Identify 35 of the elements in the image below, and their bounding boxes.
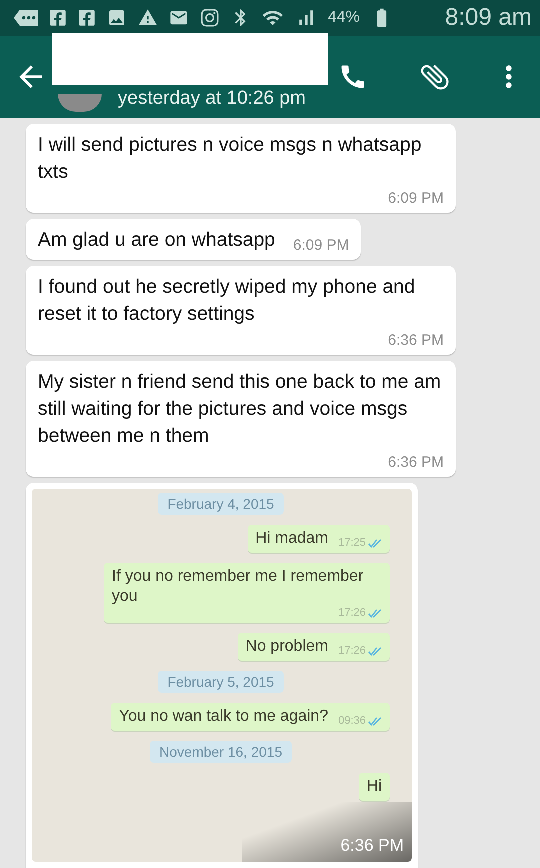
sent-text: You no wan talk to me again? xyxy=(119,707,328,727)
message-text: Am glad u are on whatsapp xyxy=(38,228,276,253)
sent-text: If you no remember me I remember you xyxy=(112,567,365,607)
image-icon xyxy=(107,8,127,28)
double-tick-icon xyxy=(368,646,382,656)
instagram-icon xyxy=(200,8,220,28)
facebook-icon xyxy=(78,9,96,27)
sent-text: No problem xyxy=(246,637,328,657)
double-tick-icon xyxy=(368,538,382,548)
sent-time: 17:26 xyxy=(338,607,366,619)
facebook-icon xyxy=(49,9,67,27)
date-label: February 5, 2015 xyxy=(158,671,284,693)
message-time: 6:09 PM xyxy=(293,236,350,254)
message-text: I found out he secretly wiped my phone and reset it to factory settings xyxy=(38,275,416,327)
sent-time: 09:36 xyxy=(338,715,366,727)
last-seen-text: yesterday at 10:26 pm xyxy=(118,88,306,110)
message-text: I will send pictures n voice msgs n whatsapp txts xyxy=(38,133,423,185)
message-time: 6:36 PM xyxy=(388,331,444,349)
sent-time: 17:26 xyxy=(338,645,366,657)
battery-percent: 44% xyxy=(328,9,360,27)
warning-icon xyxy=(138,8,158,28)
image-message[interactable]: February 4, 2015 Hi madam 17:25 If you no remember me I remember you 17:26 No problem 17:26 February 5, 2015 You no wan talk to me again? 09:36 November 16, 2015 Hi 6:36 PM xyxy=(26,483,418,868)
double-tick-icon xyxy=(368,608,382,618)
date-label: November 16, 2015 xyxy=(150,741,292,763)
sent-text: Hi xyxy=(366,777,382,797)
message-time: 6:36 PM xyxy=(388,453,444,471)
message-time: 6:36 PM xyxy=(340,836,404,856)
double-tick-icon xyxy=(368,716,382,726)
sent-text: Hi madam xyxy=(256,529,328,549)
message-text: My sister n friend send this one back to me am still waiting for the pictures and voice msgs between me n them xyxy=(38,370,442,449)
sent-time: 17:25 xyxy=(338,537,366,549)
message-time: 6:09 PM xyxy=(388,189,444,207)
notification-tag-icon xyxy=(14,10,38,26)
clock-time: 8:09 am xyxy=(445,4,532,32)
date-label: February 4, 2015 xyxy=(158,493,284,515)
